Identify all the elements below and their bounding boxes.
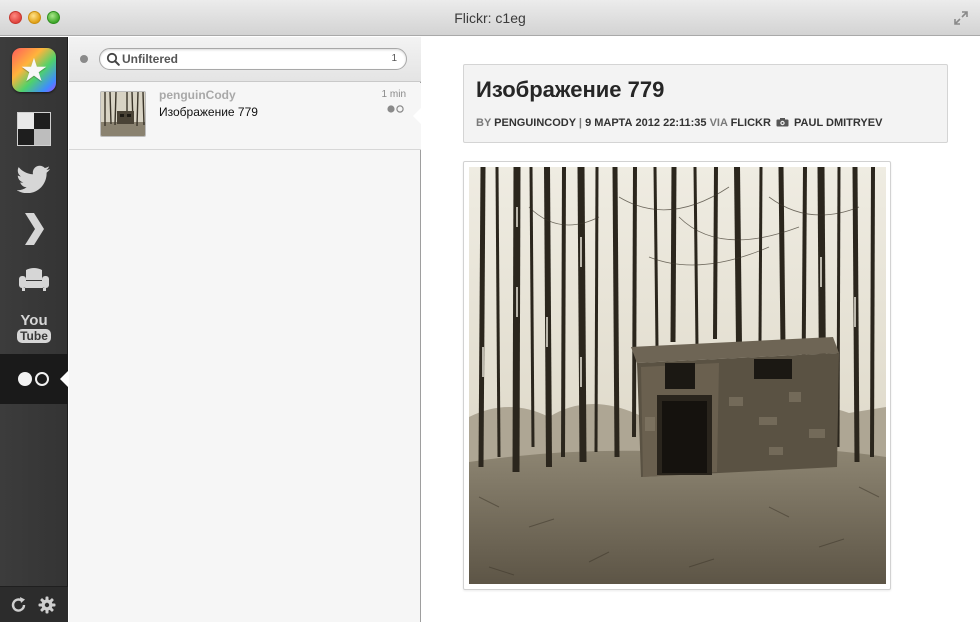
meta-by: BY: [476, 117, 492, 129]
flickr-dots-icon: [18, 372, 49, 386]
app-logo-icon: ★: [12, 48, 56, 92]
couch-icon: [19, 268, 49, 291]
service-app-logo[interactable]: ★: [0, 45, 68, 95]
post-meta: BY PENGUINCODY | 9 МАРТА 2012 22:11:35 V…: [476, 117, 882, 129]
service-sidebar: ★ You Tube: [0, 37, 68, 622]
youtube-word-bottom: Tube: [17, 329, 51, 343]
filter-label: Unfiltered: [122, 52, 179, 66]
service-couch[interactable]: [0, 255, 68, 305]
chevron-right-icon: [25, 213, 44, 245]
item-author[interactable]: penguinCody: [159, 88, 236, 102]
meta-separator: |: [578, 117, 582, 129]
service-delicious[interactable]: [0, 104, 68, 154]
detail-pane: Изображение 779 BY PENGUINCODY | 9 МАРТА…: [422, 37, 980, 622]
fullscreen-icon[interactable]: [954, 11, 968, 25]
twitter-bird-icon: [17, 165, 50, 193]
title-bar: Flickr: c1eg: [0, 0, 980, 36]
meta-service[interactable]: FLICKR: [731, 117, 771, 129]
delicious-icon: [17, 112, 51, 146]
item-time: 1 min: [381, 89, 406, 100]
youtube-icon: You Tube: [17, 313, 51, 343]
selected-item-pointer: [413, 107, 422, 125]
item-caption: Изображение 779: [159, 105, 258, 119]
gear-icon[interactable]: [38, 596, 56, 614]
camera-icon: [776, 118, 789, 127]
service-chevron[interactable]: [0, 204, 68, 254]
active-service-pointer: [60, 371, 68, 387]
window-title: Flickr: c1eg: [454, 10, 526, 26]
timeline-item[interactable]: penguinCody Изображение 779 1 min: [69, 83, 422, 150]
service-flickr[interactable]: [0, 354, 68, 404]
post-photo: [469, 167, 886, 584]
post-header: Изображение 779 BY PENGUINCODY | 9 МАРТА…: [463, 64, 948, 143]
refresh-icon[interactable]: [10, 596, 28, 614]
flickr-source-icon: [387, 105, 404, 113]
filter-count: 1: [391, 53, 397, 64]
timeline-column: Unfiltered 1 penguinCody Изображение 779: [69, 37, 422, 622]
filter-bar: Unfiltered 1: [69, 37, 421, 82]
meta-date: 9 МАРТА 2012 22:11:35: [585, 117, 707, 129]
sidebar-bottom-toolbar: [0, 586, 68, 622]
post-title: Изображение 779: [476, 77, 665, 102]
item-thumbnail: [100, 91, 146, 137]
service-youtube[interactable]: You Tube: [0, 303, 68, 353]
meta-via: VIA: [709, 117, 728, 129]
meta-author[interactable]: PENGUINCODY: [494, 117, 576, 129]
service-twitter[interactable]: [0, 154, 68, 204]
youtube-word-top: You: [20, 312, 48, 329]
photo-frame[interactable]: [463, 161, 891, 590]
filter-status-dot: [80, 55, 88, 63]
meta-camera-owner: PAUL DMITRYEV: [794, 117, 883, 129]
filter-search-field[interactable]: Unfiltered 1: [99, 48, 407, 70]
search-icon: [106, 52, 120, 66]
